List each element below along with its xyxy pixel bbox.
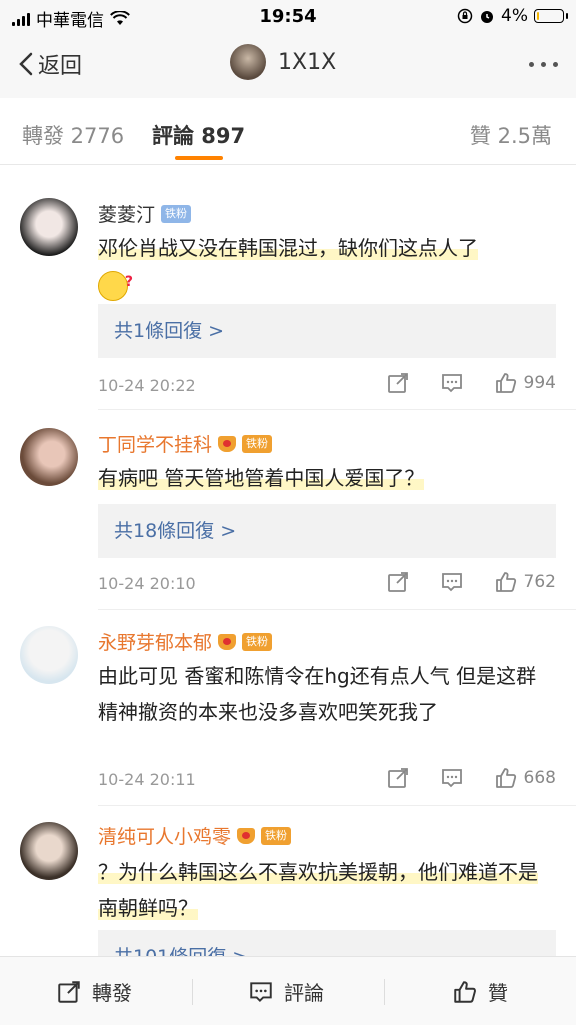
fan-badge: 铁粉 <box>242 632 273 651</box>
thinking-emoji-icon <box>98 264 133 301</box>
like-button[interactable]: 994 <box>494 371 556 395</box>
like-count: 994 <box>523 373 556 393</box>
tab-comment[interactable]: 評論 897 <box>152 120 245 150</box>
commenter-name[interactable]: 永野芽郁本郁 <box>98 628 212 655</box>
commenter-name[interactable]: 清纯可人小鸡零 <box>98 822 231 849</box>
replies-link[interactable]: 共101條回復 > <box>98 930 556 956</box>
comment-item: 永野芽郁本郁 铁粉 由此可见 香蜜和陈情令在hg还有点人气 但是这群精神撤资的本… <box>0 610 576 806</box>
active-tab-indicator <box>175 156 223 160</box>
comment-body: 邓伦肖战又没在韩国混过，缺你们这点人了 <box>98 236 478 260</box>
comment-item: 清纯可人小鸡零 铁粉 ？为什么韩国这么不喜欢抗美援朝，他们难道不是南朝鲜吗？ 共… <box>0 806 576 956</box>
back-button[interactable]: 返回 <box>16 48 82 80</box>
commenter-avatar[interactable] <box>20 428 78 486</box>
battery-percent: 4% <box>501 6 528 26</box>
commenter-avatar[interactable] <box>20 626 78 684</box>
comment-text: 邓伦肖战又没在韩国混过，缺你们这点人了 <box>98 230 548 302</box>
comment-time: 10-24 20:11 <box>98 770 196 789</box>
comment-time: 10-24 20:10 <box>98 574 196 593</box>
comment-icon <box>250 981 272 1002</box>
page-title: 1X1X <box>278 49 337 75</box>
commenter-name[interactable]: 菱菱汀 <box>98 200 155 227</box>
comment-item: 菱菱汀 铁粉 邓伦肖战又没在韩国混过，缺你们这点人了 共1條回復 > 10-24… <box>0 164 576 410</box>
replies-link[interactable]: 共1條回復 > <box>98 304 556 358</box>
battery-fill <box>537 12 539 20</box>
chevron-left-icon <box>19 52 33 76</box>
back-label: 返回 <box>38 54 83 79</box>
share-icon <box>58 980 80 1003</box>
comment-text: 由此可见 香蜜和陈情令在hg还有点人气 但是这群精神撤资的本来也没多喜欢吧笑死我… <box>98 664 537 724</box>
battery-icon <box>534 9 568 23</box>
divider <box>192 979 193 1005</box>
comment-text: 有病吧 管天管地管着中国人爱国了？ <box>98 460 548 496</box>
orientation-lock-icon <box>457 8 473 24</box>
crown-icon <box>237 827 256 844</box>
comment-button[interactable]: 評論 <box>248 977 324 1006</box>
crown-icon <box>218 633 237 650</box>
author-avatar[interactable] <box>230 44 266 80</box>
commenter-name-row: 菱菱汀 铁粉 <box>98 200 192 227</box>
repost-label: 轉發 <box>92 981 132 1005</box>
comment-icon[interactable] <box>440 371 464 395</box>
more-options-button[interactable] <box>529 62 558 67</box>
thumbs-up-icon <box>495 572 516 592</box>
fan-badge: 铁粉 <box>261 826 292 845</box>
share-icon[interactable] <box>386 371 410 395</box>
detail-tabs: 轉發 2776 評論 897 贊 2.5萬 <box>0 98 576 165</box>
fan-badge: 铁粉 <box>161 204 192 223</box>
comment-icon[interactable] <box>440 570 464 594</box>
nav-bar: 返回 1X1X <box>0 32 576 98</box>
share-icon[interactable] <box>386 766 410 790</box>
commenter-name[interactable]: 丁同学不挂科 <box>98 430 212 457</box>
like-button[interactable]: 668 <box>494 766 556 790</box>
share-icon[interactable] <box>386 570 410 594</box>
tab-repost[interactable]: 轉發 2776 <box>22 120 124 150</box>
crown-icon <box>218 435 237 452</box>
thumbs-up-icon <box>454 980 476 1003</box>
like-button[interactable]: 762 <box>494 570 556 594</box>
commenter-avatar[interactable] <box>20 822 78 880</box>
divider <box>384 979 385 1005</box>
bottom-action-bar: 轉發 評論 贊 <box>0 956 576 1025</box>
comment-time: 10-24 20:22 <box>98 376 196 395</box>
commenter-name-row: 丁同学不挂科 铁粉 <box>98 430 273 457</box>
comment-body: ？为什么韩国这么不喜欢抗美援朝，他们难道不是南朝鲜吗？ <box>98 860 538 920</box>
comment-label: 評論 <box>284 981 324 1005</box>
like-label: 贊 <box>488 981 508 1005</box>
comment-item: 丁同学不挂科 铁粉 有病吧 管天管地管着中国人爱国了？ 共18條回復 > 10-… <box>0 410 576 610</box>
thumbs-up-icon <box>495 768 516 788</box>
replies-link[interactable]: 共18條回復 > <box>98 504 556 558</box>
status-bar: 中華電信 19:54 4% <box>0 0 576 32</box>
fan-badge: 铁粉 <box>242 434 273 453</box>
commenter-name-row: 永野芽郁本郁 铁粉 <box>98 628 273 655</box>
comment-body: 有病吧 管天管地管着中国人爱国了？ <box>98 466 425 490</box>
like-bottom-button[interactable]: 贊 <box>452 977 508 1006</box>
commenter-avatar[interactable] <box>20 198 78 256</box>
commenter-name-row: 清纯可人小鸡零 铁粉 <box>98 822 292 849</box>
like-count: 762 <box>523 572 556 592</box>
thumbs-up-icon <box>495 373 516 393</box>
comment-text: ？为什么韩国这么不喜欢抗美援朝，他们难道不是南朝鲜吗？ <box>98 854 548 926</box>
like-count: 668 <box>523 768 556 788</box>
comment-icon[interactable] <box>440 766 464 790</box>
alarm-icon <box>481 11 494 23</box>
repost-button[interactable]: 轉發 <box>56 977 132 1006</box>
tab-like[interactable]: 贊 2.5萬 <box>470 120 552 150</box>
